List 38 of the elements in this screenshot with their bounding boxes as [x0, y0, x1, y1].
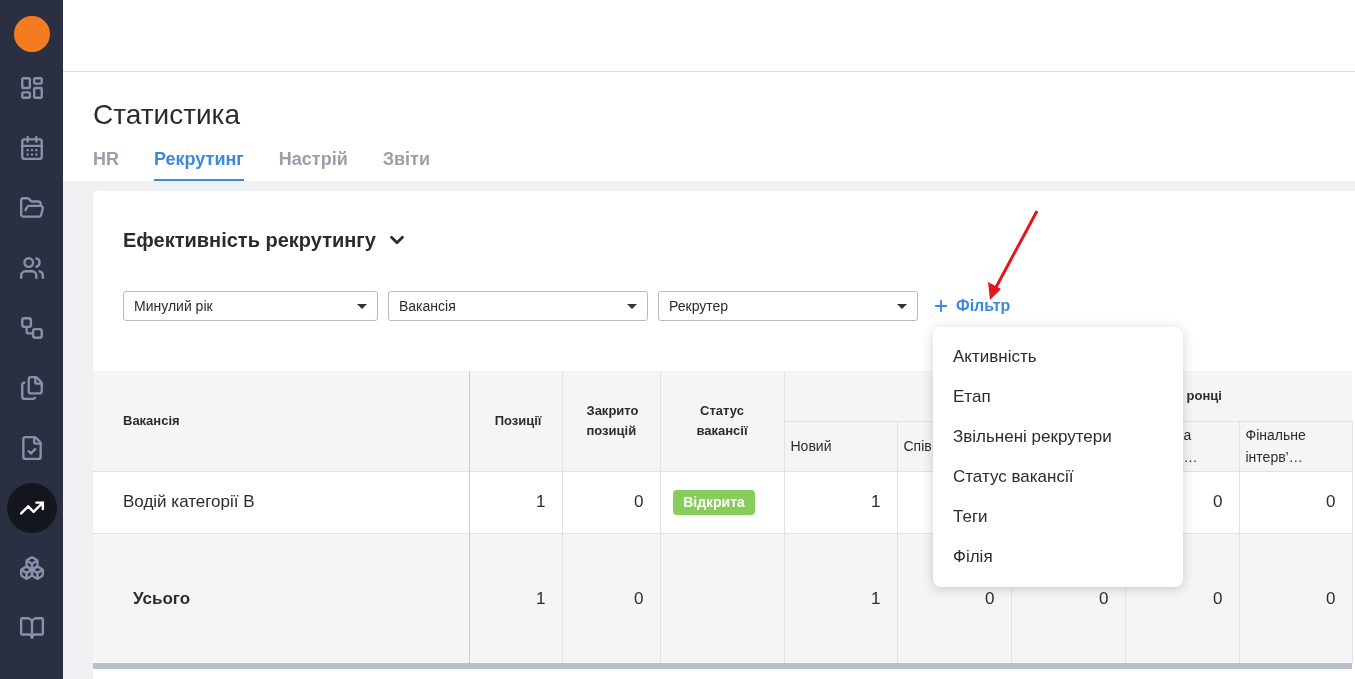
table-cell: 0 [1213, 492, 1223, 512]
table-cell: 0 [1099, 588, 1109, 608]
logo-icon[interactable] [13, 16, 50, 52]
documents-icon [18, 375, 45, 401]
table-cell: 0 [634, 588, 644, 608]
filter-select[interactable]: Минулий рік [123, 291, 378, 321]
page-title: Статистика [93, 98, 242, 132]
table-cell: 0 [1326, 492, 1336, 512]
table-cell: 0 [1326, 588, 1336, 608]
sidebar-item[interactable] [6, 483, 57, 533]
add-filter-button[interactable]: Фільтр [932, 294, 1011, 318]
dashboard-icon [18, 75, 45, 101]
menu-item[interactable]: Філія [933, 537, 1183, 577]
book-icon [18, 615, 45, 641]
caret-icon [357, 303, 367, 309]
table-cell: 1 [536, 492, 546, 512]
menu-item[interactable]: Етап [933, 377, 1183, 417]
flowchart-icon [18, 315, 45, 341]
calendar-icon [18, 135, 45, 161]
plus-icon [932, 297, 950, 315]
boxes-icon [18, 555, 45, 581]
table-cell: 0 [985, 588, 995, 608]
people-icon [18, 255, 45, 281]
filter-select[interactable]: Рекрутер [658, 291, 918, 321]
caret-icon [897, 303, 907, 309]
total-label: Усього [133, 588, 191, 608]
table-cell: 0 [634, 492, 644, 512]
table-cell: 1 [871, 492, 881, 512]
status-badge: Відкрита [673, 489, 755, 515]
vacancy-name: Водій категорії В [123, 492, 255, 512]
table-cell: 0 [1213, 588, 1223, 608]
table-cell: 1 [536, 588, 546, 608]
table-cell: 1 [871, 588, 881, 608]
folder-icon [18, 195, 45, 221]
filter-select[interactable]: Вакансія [388, 291, 648, 321]
section-title: Ефективність рекрутингу [123, 228, 376, 253]
caret-icon [627, 303, 637, 309]
menu-item[interactable]: Теги [933, 497, 1183, 537]
